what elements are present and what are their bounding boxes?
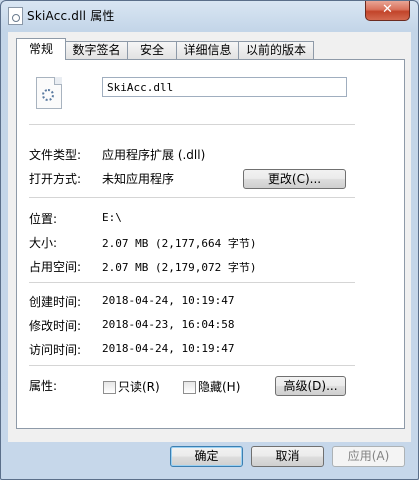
separator [29, 197, 355, 198]
gear-icon [42, 89, 54, 101]
hidden-label[interactable]: 隐藏(H) [198, 378, 240, 395]
title-bar[interactable]: SkiAcc.dll 属性 ✕ [1, 1, 418, 31]
file-name-input[interactable]: SkiAcc.dll [102, 77, 347, 97]
location-value: E:\ [102, 211, 122, 224]
location-label: 位置: [29, 212, 58, 226]
window-title: SkiAcc.dll 属性 [27, 9, 115, 23]
separator [29, 282, 355, 283]
ok-button[interactable]: 确定 [170, 446, 243, 467]
size-on-disk-value: 2.07 MB (2,179,072 字节) [102, 261, 257, 274]
separator [29, 365, 355, 366]
file-type-label: 文件类型: [29, 148, 82, 162]
modified-value: 2018-04-23, 16:04:58 [102, 318, 235, 331]
cancel-button[interactable]: 取消 [251, 446, 324, 467]
accessed-value: 2018-04-24, 10:19:47 [102, 342, 235, 355]
file-type-value: 应用程序扩展 (.dll) [102, 148, 206, 162]
dll-file-icon [8, 7, 23, 25]
tab-details[interactable]: 详细信息 [176, 41, 239, 59]
advanced-button[interactable]: 高级(D)... [275, 376, 346, 396]
open-with-label: 打开方式: [29, 172, 82, 186]
size-on-disk-label: 占用空间: [29, 260, 82, 274]
readonly-checkbox[interactable] [103, 381, 116, 394]
tab-general[interactable]: 常规 [16, 38, 66, 60]
properties-window: SkiAcc.dll 属性 ✕ 常规 数字签名 安全 详细信息 以前的版本 Sk… [0, 0, 419, 480]
tab-previous-versions[interactable]: 以前的版本 [238, 41, 314, 59]
dll-file-icon [36, 77, 62, 109]
open-with-value: 未知应用程序 [102, 172, 175, 186]
attributes-label: 属性: [29, 379, 58, 393]
close-icon: ✕ [382, 2, 393, 17]
accessed-label: 访问时间: [29, 343, 82, 357]
tab-security[interactable]: 安全 [127, 41, 177, 59]
close-button[interactable]: ✕ [365, 1, 410, 21]
size-label: 大小: [29, 236, 58, 250]
readonly-label[interactable]: 只读(R) [118, 378, 160, 395]
created-value: 2018-04-24, 10:19:47 [102, 294, 235, 307]
general-tab-panel: SkiAcc.dll 文件类型: 应用程序扩展 (.dll) 打开方式: 未知应… [16, 59, 405, 429]
separator [29, 124, 355, 125]
change-button[interactable]: 更改(C)... [243, 169, 346, 189]
size-value: 2.07 MB (2,177,664 字节) [102, 237, 257, 250]
apply-button[interactable]: 应用(A) [332, 446, 405, 467]
dialog-client: 常规 数字签名 安全 详细信息 以前的版本 SkiAcc.dll 文件类型: 应… [8, 32, 411, 442]
hidden-checkbox[interactable] [183, 381, 196, 394]
created-label: 创建时间: [29, 295, 82, 309]
tab-digital-signatures[interactable]: 数字签名 [65, 41, 128, 59]
modified-label: 修改时间: [29, 319, 82, 333]
